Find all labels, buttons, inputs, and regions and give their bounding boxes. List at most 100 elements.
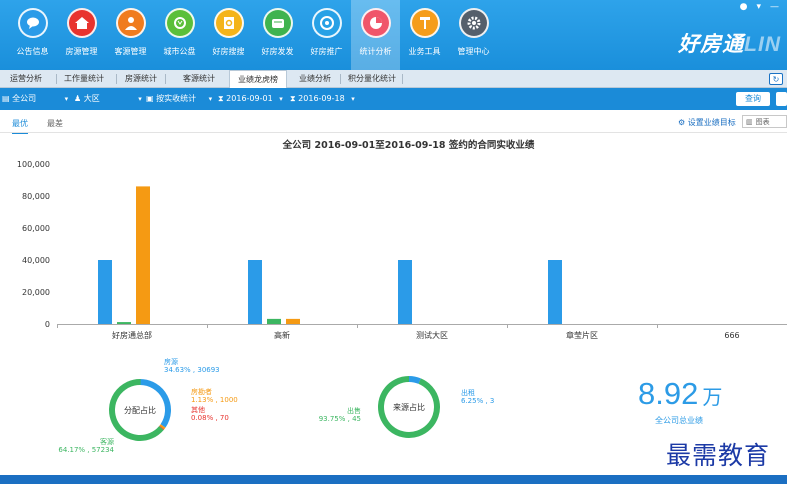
- doc-icon: ▣: [146, 94, 154, 103]
- donut-detail: 93.75% , 45: [319, 415, 361, 423]
- chevron-down-icon: ▾: [351, 95, 355, 103]
- tab-points-stats[interactable]: 积分量化统计: [348, 70, 396, 88]
- bar[interactable]: [286, 318, 300, 324]
- date-to-field[interactable]: ⧗ 2016-09-18 ▾: [290, 88, 355, 110]
- donut-detail: 1.13% , 1000: [191, 396, 238, 404]
- brand-main: 好房通: [678, 33, 745, 56]
- main-nav: 公告信息 房源管理 客源管理 城市公盘 好房搜搜 好房发发 好房推广 统计分析 业务工具 管理中心: [8, 0, 498, 70]
- person-icon: ♟: [74, 94, 82, 103]
- nav-item-house[interactable]: 房源管理: [57, 8, 106, 70]
- tab-workload-stats[interactable]: 工作量统计: [64, 70, 104, 88]
- hourglass-icon: ⧗: [290, 94, 296, 103]
- chart-title: 全公司 2016-09-01至2016-09-18 签约的合同实收业绩: [282, 140, 535, 151]
- donut-center-label: 来源占比: [393, 402, 425, 412]
- set-target-label: 设置业绩目标: [687, 118, 736, 127]
- nav-label: 统计分析: [359, 47, 392, 56]
- nav-label: 管理中心: [457, 47, 490, 56]
- tab-client-stats[interactable]: 客源统计: [183, 70, 215, 88]
- stat-mode-select[interactable]: ▣ 按实收统计 ▾: [146, 88, 212, 110]
- bar[interactable]: [117, 322, 131, 324]
- user-icon[interactable]: ●: [740, 2, 748, 12]
- hammer-icon: [409, 8, 440, 38]
- gear-icon: [458, 8, 489, 38]
- y-tick-label: 40,000: [22, 256, 50, 265]
- region-value: 大区: [83, 94, 100, 103]
- date-from-value: 2016-09-01: [226, 94, 273, 103]
- promote-icon: [311, 8, 342, 38]
- tab-listing-stats[interactable]: 房源统计: [125, 70, 157, 88]
- donut-segment[interactable]: [139, 379, 171, 428]
- bar[interactable]: [98, 260, 112, 324]
- nav-item-search[interactable]: 好房搜搜: [204, 8, 253, 70]
- x-tick-label: 章莹片区: [566, 330, 598, 340]
- tab-performance-analysis[interactable]: 业绩分析: [299, 70, 331, 88]
- nav-label: 好房发发: [261, 47, 294, 56]
- nav-item-chat[interactable]: 公告信息: [8, 8, 57, 70]
- nav-item-person[interactable]: 客源管理: [106, 8, 155, 70]
- scope-select[interactable]: ▤ 全公司 ▾: [2, 88, 68, 110]
- minimize-icon[interactable]: —: [770, 2, 779, 12]
- chevron-down-icon: ▾: [208, 95, 213, 103]
- nav-label: 好房推广: [310, 47, 343, 56]
- y-tick-label: 20,000: [22, 288, 50, 297]
- date-from-field[interactable]: ⧗ 2016-09-01 ▾: [218, 88, 283, 110]
- stats-tab-bar: 运营分析 工作量统计 房源统计 客源统计 业绩龙虎榜 业绩分析 积分量化统计 ↻: [0, 70, 787, 89]
- search-icon: [213, 8, 244, 38]
- house-icon: [66, 8, 97, 38]
- bar[interactable]: [136, 186, 150, 324]
- nav-item-publish[interactable]: 好房发发: [253, 8, 302, 70]
- donut-center-label: 分配占比: [124, 405, 156, 415]
- donut-label: 房源: [164, 357, 178, 366]
- donut-label: 出租: [461, 388, 475, 397]
- nav-label: 好房搜搜: [212, 47, 245, 56]
- donut-label: 客源: [100, 437, 114, 446]
- nav-item-promote[interactable]: 好房推广: [302, 8, 351, 70]
- menu-icon[interactable]: ▾: [756, 2, 761, 12]
- nav-item-pie-chart[interactable]: 统计分析: [351, 0, 400, 70]
- chevron-down-icon: ▾: [138, 95, 142, 103]
- allocation-donut-chart: 分配占比 房源34.63% , 30693 房勘者1.13% , 1000其他0.0…: [58, 357, 238, 454]
- refresh-icon[interactable]: ↻: [769, 73, 783, 85]
- status-bar: [0, 475, 787, 484]
- chevron-down-icon: ▾: [279, 95, 283, 103]
- bar[interactable]: [267, 318, 281, 324]
- source-donut-chart: 来源占比 出租6.25% , 3 出售93.75% , 45: [319, 376, 494, 438]
- publish-icon: [262, 8, 293, 38]
- donut-segment[interactable]: [159, 424, 166, 430]
- set-target-link[interactable]: ⚙ 设置业绩目标: [678, 117, 736, 128]
- query-button[interactable]: 查询: [736, 92, 770, 106]
- bar[interactable]: [398, 260, 412, 324]
- tab-performance-ranking[interactable]: 业绩龙虎榜: [229, 70, 287, 89]
- performance-bar-chart: 0 20,000 40,000 60,000 80,000 100,000 好房通总部 高新 测…: [17, 160, 787, 340]
- region-select[interactable]: ♟ 大区 ▾: [74, 88, 142, 110]
- y-tick-label: 60,000: [22, 224, 50, 233]
- bar[interactable]: [548, 260, 562, 324]
- nav-label: 公告信息: [16, 47, 49, 56]
- nav-item-shared[interactable]: 城市公盘: [155, 8, 204, 70]
- stat-mode-value: 按实收统计: [156, 94, 197, 103]
- x-tick-label: 666: [724, 331, 739, 340]
- more-button[interactable]: [776, 92, 787, 106]
- tab-operation-analysis[interactable]: 运营分析: [10, 70, 42, 88]
- gear-icon: ⚙: [678, 118, 686, 127]
- donut-detail: 6.25% , 3: [461, 397, 494, 405]
- donut-label: 出售: [347, 406, 361, 415]
- total-unit: 万: [702, 387, 723, 409]
- hourglass-icon: ⧗: [218, 94, 224, 103]
- filter-bar: ▤ 全公司 ▾ ♟ 大区 ▾ ▣ 按实收统计 ▾ ⧗ 2016-09-01 ▾ …: [0, 88, 787, 110]
- bar[interactable]: [248, 260, 262, 324]
- nav-label: 房源管理: [65, 47, 98, 56]
- donut-segment[interactable]: [408, 376, 421, 384]
- nav-item-gear[interactable]: 管理中心: [449, 8, 498, 70]
- view-toggle[interactable]: ▥ 图表: [742, 115, 787, 128]
- nav-item-hammer[interactable]: 业务工具: [400, 8, 449, 70]
- donut-detail: 64.17% , 57234: [58, 446, 114, 454]
- brand-logo: 好房通LIN: [678, 28, 781, 58]
- y-tick-label: 100,000: [17, 160, 50, 169]
- bar-chart-icon: ▥: [746, 117, 753, 126]
- view-toggle-label: 图表: [755, 117, 770, 126]
- tab-worst[interactable]: 最差: [47, 118, 63, 129]
- donut-detail: 34.63% , 30693: [164, 366, 220, 374]
- total-performance-caption: 全公司总业绩: [655, 416, 703, 425]
- watermark-text: 最需教育: [666, 441, 771, 470]
